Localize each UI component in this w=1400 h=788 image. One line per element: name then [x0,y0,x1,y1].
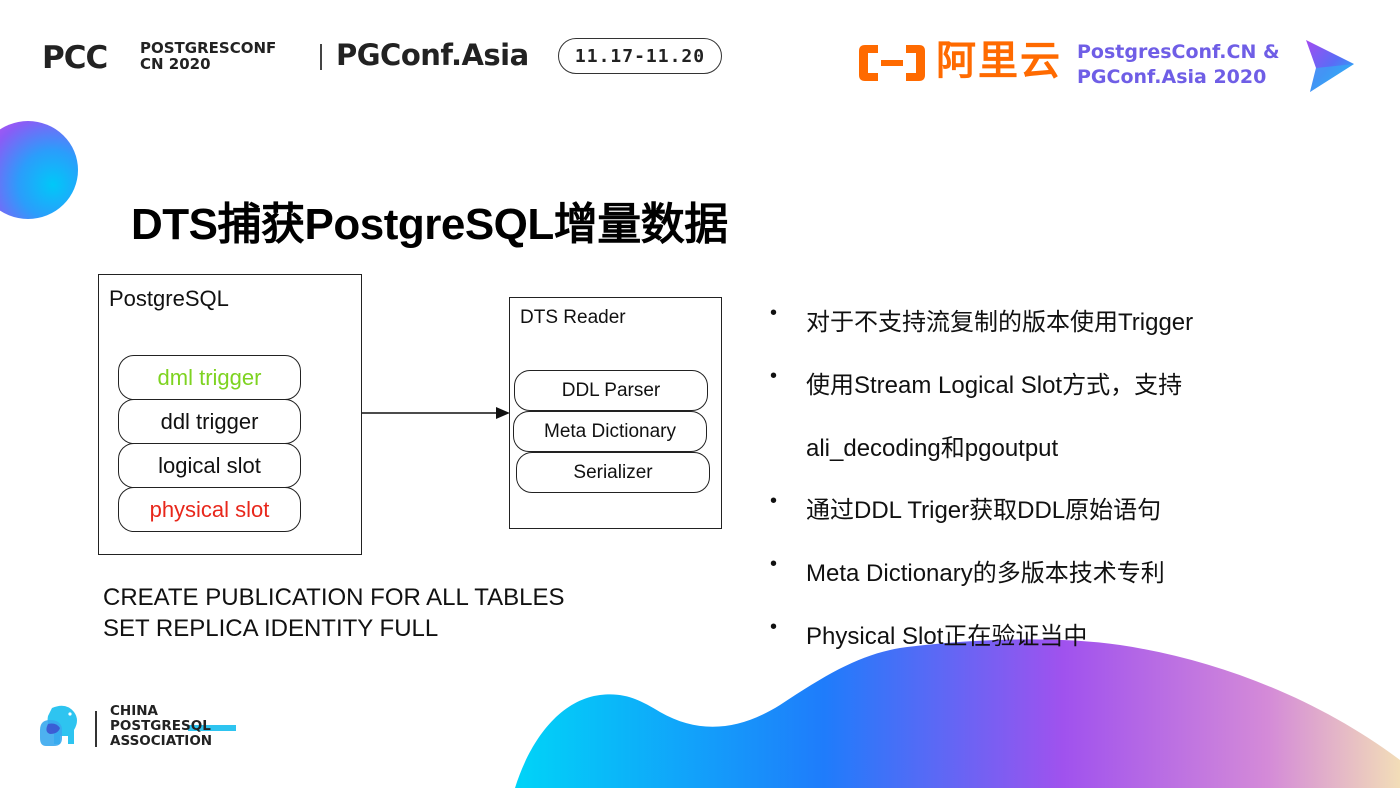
serializer-label: Serializer [573,461,653,483]
sql-note-create-publication: CREATE PUBLICATION FOR ALL TABLES [103,584,565,611]
logical-slot-component: logical slot [118,443,301,488]
association-line2: POSTGRESQL [110,718,211,734]
pcc-subtitle-line1: POSTGRESCONF [140,39,277,57]
physical-slot-label: physical slot [149,496,270,522]
ddl-parser-component: DDL Parser [514,370,708,411]
conference-name-line2: PGConf.Asia 2020 [1077,66,1267,88]
aliyun-logo-text: 阿里云 [936,38,1062,84]
data-flow-arrow [362,407,510,419]
dts-reader-box-label: DTS Reader [520,307,626,328]
association-line1: CHINA [110,703,158,719]
bullet-dot: • [770,490,778,512]
bullet-dot: • [770,553,778,575]
footer-divider [95,711,97,747]
conference-name: PostgresConf.CN & PGConf.Asia 2020 [1077,40,1280,90]
bullet-text: Physical Slot正在验证当中 [806,623,1088,650]
association-name: CHINA POSTGRESQL ASSOCIATION [110,704,212,749]
bullet-text: Meta Dictionary的多版本技术专利 [806,560,1165,587]
ddl-parser-label: DDL Parser [561,379,661,401]
logical-slot-label: logical slot [158,452,261,478]
bullet-text: 通过DDL Triger获取DDL原始语句 [806,497,1162,524]
pcc-logo: PCC [42,40,108,76]
ddl-trigger-component: ddl trigger [118,399,301,444]
aliyun-logo-icon [859,45,925,81]
bullet-text: 对于不支持流复制的版本使用Trigger [806,309,1194,336]
pgconf-asia-logo: PGConf.Asia [336,38,529,72]
conference-name-line1: PostgresConf.CN & [1077,41,1280,63]
bullet-dot: • [770,302,778,324]
bullet-dot: • [770,365,778,387]
sql-note-replica-identity: SET REPLICA IDENTITY FULL [103,615,439,642]
meta-dictionary-component: Meta Dictionary [513,411,707,452]
dml-trigger-label: dml trigger [157,364,262,390]
bullet-text: ali_decoding和pgoutput [806,435,1059,462]
pcc-subtitle-line2: CN 2020 [140,55,211,73]
association-line3: ASSOCIATION [110,733,213,749]
pcc-subtitle: POSTGRESCONF CN 2020 [140,40,276,72]
dml-trigger-component: dml trigger [118,355,301,400]
conference-play-logo-icon [1306,40,1354,92]
date-range-badge: 11.17-11.20 [558,38,722,74]
postgresql-box-label: PostgreSQL [109,286,229,311]
elephant-logo-icon [40,705,77,746]
ddl-trigger-label: ddl trigger [160,408,259,434]
header-divider [320,44,322,70]
slide-title: DTS捕获PostgreSQL增量数据 [131,200,728,249]
serializer-component: Serializer [516,452,710,493]
bullet-text: 使用Stream Logical Slot方式，支持 [806,372,1183,399]
decorative-gradient-bubble [0,121,78,219]
meta-dictionary-label: Meta Dictionary [544,420,676,442]
physical-slot-component: physical slot [118,487,301,532]
sql-notes: CREATE PUBLICATION FOR ALL TABLES SET RE… [103,582,564,644]
bullet-dot: • [770,616,778,638]
